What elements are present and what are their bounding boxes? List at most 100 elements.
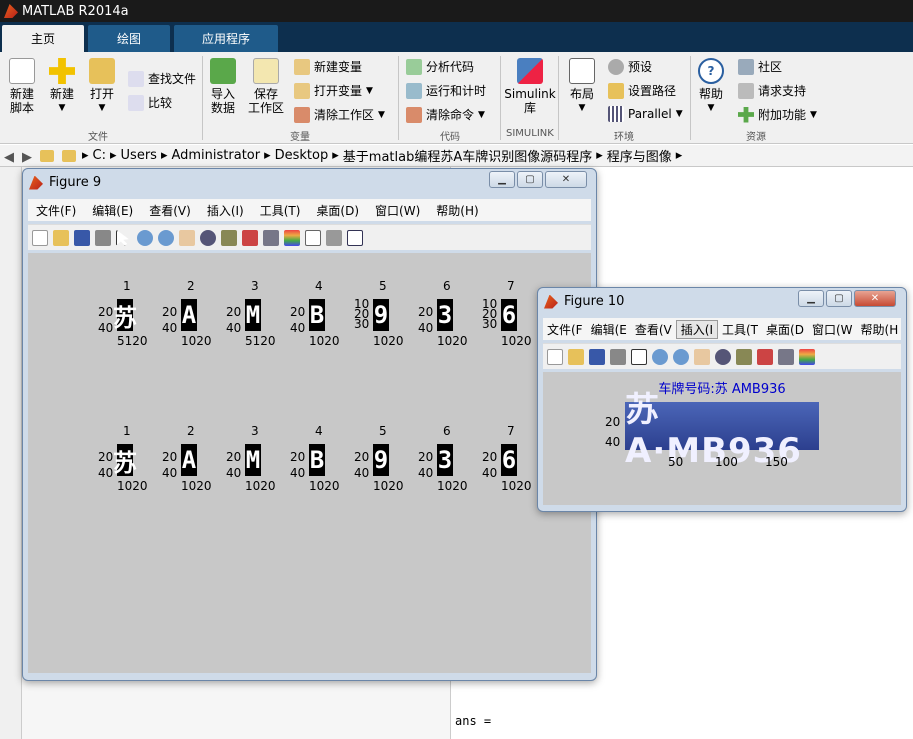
menu-tools[interactable]: 工具(T [718,321,762,338]
open-file-icon[interactable] [53,229,69,246]
compare-button[interactable]: 比较 [128,94,172,111]
brush-icon[interactable] [242,229,258,246]
forward-icon[interactable]: ▶ [22,150,36,165]
new-variable-button[interactable]: 新建变量 [294,58,362,75]
help-button[interactable]: ? 帮助 ▼ [696,58,726,115]
show-plot-tools-icon[interactable] [347,229,363,246]
crumb-separator: ▸ [596,148,603,163]
minimize-button[interactable]: ▁ [798,290,824,307]
zoom-out-icon[interactable] [673,348,689,365]
figure10-window[interactable]: Figure 10 ▁ ▢ ✕ 文件(F 编辑(E 查看(V 插入(I 工具(T… [537,287,907,512]
tab-apps[interactable]: 应用程序 [174,25,278,52]
x-tick: 1020 [181,479,212,493]
pointer-icon[interactable] [116,229,129,246]
tab-plots[interactable]: 绘图 [88,25,170,52]
menu-desktop[interactable]: 桌面(D [762,321,808,338]
crumb-users[interactable]: Users [121,148,157,163]
link-plot-icon[interactable] [263,229,279,246]
menu-window[interactable]: 窗口(W) [367,202,428,219]
request-support-button[interactable]: 请求支持 [738,82,806,99]
character-image: 6 [501,444,517,476]
subplot-number: 5 [379,279,387,293]
close-button[interactable]: ✕ [545,171,587,188]
brush-icon[interactable] [757,348,773,365]
run-and-time-label: 运行和计时 [426,84,487,98]
data-cursor-icon[interactable] [736,348,752,365]
new-figure-icon[interactable] [32,229,48,246]
tab-home[interactable]: 主页 [2,25,84,52]
y-tick: 40 [354,466,370,480]
addons-label: 附加功能 [758,108,807,122]
data-cursor-icon[interactable] [221,229,237,246]
set-path-button[interactable]: 设置路径 [608,82,676,99]
open-variable-button[interactable]: 打开变量 ▼ [294,82,373,99]
import-data-button[interactable]: 导入 数据 [208,58,238,115]
find-files-button[interactable]: 查找文件 [128,70,196,87]
back-icon[interactable]: ◀ [4,150,18,165]
new-button[interactable]: 新建 ▼ [48,58,76,115]
menu-edit[interactable]: 编辑(E) [84,202,141,219]
zoom-in-icon[interactable] [652,348,668,365]
menu-file[interactable]: 文件(F) [28,202,84,219]
addons-button[interactable]: 附加功能 ▼ [738,106,817,123]
rotate-3d-icon[interactable] [715,348,731,365]
run-and-time-button[interactable]: 运行和计时 [406,82,486,99]
menu-view[interactable]: 查看(V [631,321,676,338]
up-folder-icon[interactable] [40,149,54,162]
figure9-canvas[interactable]: 1 苏 20 40 5120 2 A 20 40 1020 3 M 20 40 5120 4 B 20 40 1020… [28,253,591,673]
analyze-code-button[interactable]: 分析代码 [406,58,474,75]
figure10-canvas[interactable]: 车牌号码:苏 AMB936 苏A·MB936 20 40 50 100 150 [543,372,901,505]
group-environment-label: 环境 [614,132,634,143]
colorbar-icon[interactable] [799,348,815,365]
link-plot-icon[interactable] [778,348,794,365]
pointer-icon[interactable] [631,348,647,365]
print-icon[interactable] [95,229,111,246]
menu-window[interactable]: 窗口(W [808,321,857,338]
new-script-button[interactable]: 新建 脚本 [6,58,38,115]
browse-folder-icon[interactable] [62,149,76,162]
open-button[interactable]: 打开 ▼ [88,58,116,115]
new-figure-icon[interactable] [547,348,563,365]
menu-insert[interactable]: 插入(I [675,319,718,339]
menu-edit[interactable]: 编辑(E [587,321,631,338]
community-button[interactable]: 社区 [738,58,782,75]
minimize-button[interactable]: ▁ [489,171,515,188]
legend-icon[interactable] [305,229,321,246]
menu-help[interactable]: 帮助(H) [428,202,486,219]
crumb-drive[interactable]: C: [93,148,106,163]
figure9-window[interactable]: Figure 9 ▁ ▢ ✕ 文件(F) 编辑(E) 查看(V) 插入(I) 工… [22,168,597,681]
subplot-number: 3 [251,424,259,438]
simulink-library-button[interactable]: Simulink 库 [504,58,556,115]
menu-view[interactable]: 查看(V) [141,202,199,219]
pan-hand-icon[interactable] [179,229,195,246]
zoom-out-icon[interactable] [158,229,174,246]
menu-help[interactable]: 帮助(H [857,321,901,338]
zoom-in-icon[interactable] [137,229,153,246]
menu-tools[interactable]: 工具(T) [252,202,309,219]
print-icon[interactable] [610,348,626,365]
crumb-desktop[interactable]: Desktop [275,148,329,163]
menu-desktop[interactable]: 桌面(D) [308,202,367,219]
clear-workspace-button[interactable]: 清除工作区 ▼ [294,106,385,123]
menu-insert[interactable]: 插入(I) [199,202,252,219]
colorbar-icon[interactable] [284,229,300,246]
open-file-icon[interactable] [568,348,584,365]
clear-commands-button[interactable]: 清除命令 ▼ [406,106,485,123]
save-icon[interactable] [589,348,605,365]
crumb-project[interactable]: 基于matlab编程苏A车牌识别图像源码程序 [343,146,592,165]
preferences-button[interactable]: 预设 [608,58,652,75]
save-workspace-button[interactable]: 保存 工作区 [248,58,284,115]
layout-button[interactable]: 布局 ▼ [566,58,598,115]
menu-file[interactable]: 文件(F [543,321,587,338]
pan-hand-icon[interactable] [694,348,710,365]
subplot-number: 2 [187,424,195,438]
hide-plot-tools-icon[interactable] [326,229,342,246]
maximize-button[interactable]: ▢ [826,290,852,307]
rotate-3d-icon[interactable] [200,229,216,246]
parallel-button[interactable]: Parallel ▼ [608,106,683,122]
crumb-admin[interactable]: Administrator [171,148,260,163]
close-button[interactable]: ✕ [854,290,896,307]
crumb-folder[interactable]: 程序与图像 [607,146,672,165]
maximize-button[interactable]: ▢ [517,171,543,188]
save-icon[interactable] [74,229,90,246]
